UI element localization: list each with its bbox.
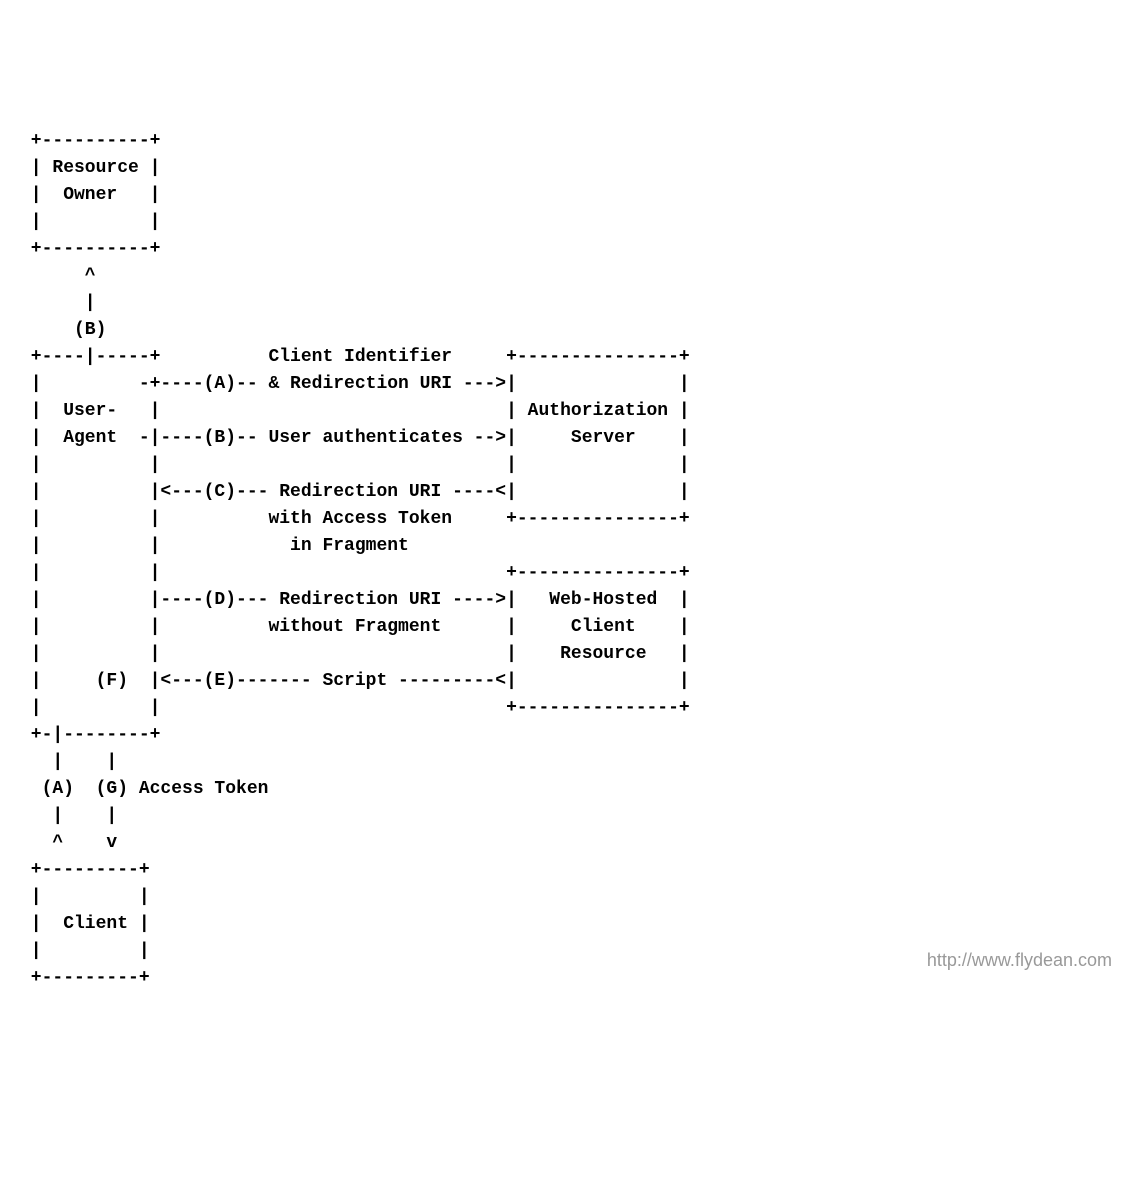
diagram-line-6: | [20, 293, 96, 313]
watermark: http://www.flydean.com [927, 947, 1112, 974]
diagram-line-27: +---------+ [20, 860, 150, 880]
diagram-line-0: +----------+ [20, 131, 160, 151]
diagram-line-20: | (F) |<---(E)------- Script ---------<|… [20, 671, 690, 691]
diagram-line-12: | | | | [20, 455, 690, 475]
diagram-line-7: (B) [20, 320, 106, 340]
diagram-line-23: | | [20, 752, 117, 772]
diagram-line-17: | |----(D)--- Redirection URI ---->| Web… [20, 590, 690, 610]
diagram-line-30: | | [20, 941, 150, 961]
diagram-line-14: | | with Access Token +---------------+ [20, 509, 690, 529]
diagram-line-16: | | +---------------+ [20, 563, 690, 583]
diagram-line-11: | Agent -|----(B)-- User authenticates -… [20, 428, 690, 448]
ascii-diagram: +----------+ | Resource | | Owner | | | … [20, 128, 1122, 992]
diagram-line-4: +----------+ [20, 239, 160, 259]
diagram-line-19: | | | Resource | [20, 644, 690, 664]
diagram-line-26: ^ v [20, 833, 117, 853]
diagram-line-13: | |<---(C)--- Redirection URI ----<| | [20, 482, 690, 502]
diagram-line-25: | | [20, 806, 117, 826]
diagram-line-28: | | [20, 887, 150, 907]
diagram-line-21: | | +---------------+ [20, 698, 690, 718]
diagram-line-29: | Client | [20, 914, 150, 934]
diagram-line-9: | -+----(A)-- & Redirection URI --->| | [20, 374, 690, 394]
diagram-line-8: +----|-----+ Client Identifier +--------… [20, 347, 690, 367]
diagram-line-15: | | in Fragment [20, 536, 409, 556]
diagram-line-5: ^ [20, 266, 96, 286]
diagram-line-10: | User- | | Authorization | [20, 401, 690, 421]
diagram-line-3: | | [20, 212, 160, 232]
diagram-line-31: +---------+ [20, 968, 150, 988]
diagram-line-24: (A) (G) Access Token [20, 779, 268, 799]
diagram-line-2: | Owner | [20, 185, 160, 205]
diagram-line-18: | | without Fragment | Client | [20, 617, 690, 637]
diagram-line-1: | Resource | [20, 158, 160, 178]
diagram-line-22: +-|--------+ [20, 725, 160, 745]
